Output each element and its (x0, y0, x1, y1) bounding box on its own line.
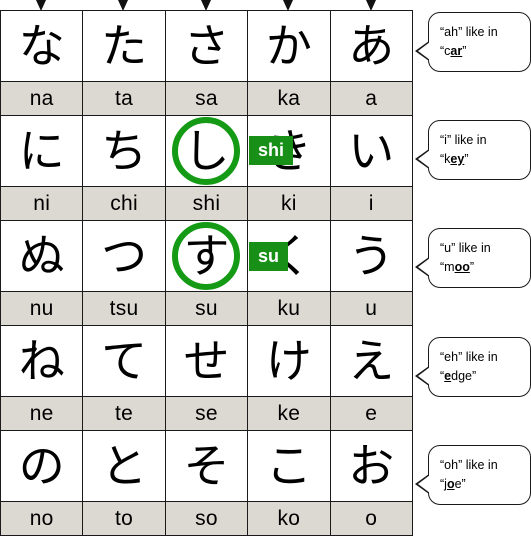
romaji-cell-o: o (329, 501, 414, 536)
callout-word-emphasis: ar (450, 43, 463, 58)
callout-word: “car” (440, 42, 521, 61)
kana-glyph-su: す (183, 229, 230, 283)
romaji-cell-to: to (82, 501, 166, 536)
kana-cell-sa[interactable]: さ (164, 10, 249, 82)
callout-word-emphasis: oo (454, 259, 470, 274)
kana-cell-ta[interactable]: た (82, 10, 166, 82)
romaji-cell-a: a (329, 81, 414, 116)
romaji-cell-no: no (0, 501, 84, 536)
callout-word: “joe” (440, 475, 521, 494)
callout-word-pre: “k (440, 151, 451, 166)
kana-cell-so[interactable]: そ (164, 430, 249, 502)
romaji-cell-ka: ka (247, 81, 331, 116)
romaji-cell-ku: ku (247, 291, 331, 326)
kana-cell-shi[interactable]: し (164, 115, 249, 187)
callout-sound: “ah” like in (440, 25, 498, 39)
table-row: ne te se ke e (0, 396, 414, 431)
kana-cell-chi[interactable]: ち (82, 115, 166, 187)
romaji-cell-na: na (0, 81, 84, 116)
highlight-tag-su: su (249, 242, 289, 271)
kana-cell-na[interactable]: な (0, 10, 84, 82)
romaji-cell-ki: ki (247, 186, 331, 221)
kana-cell-ni[interactable]: に (0, 115, 84, 187)
romaji-cell-i: i (329, 186, 414, 221)
kana-cell-ke[interactable]: け (247, 325, 331, 397)
kana-cell-u[interactable]: う (329, 220, 414, 292)
callout-sound: “oh” like in (440, 458, 498, 472)
table-row: に ち し き い (0, 115, 414, 187)
romaji-cell-ko: ko (247, 501, 331, 536)
callout-word: “key” (440, 150, 521, 169)
callout-word-pre: “j (440, 476, 447, 491)
romaji-cell-u: u (329, 291, 414, 326)
kana-cell-ne[interactable]: ね (0, 325, 84, 397)
callout-word-pre: “c (440, 43, 451, 58)
callout-sound: “eh” like in (440, 350, 498, 364)
romaji-cell-nu: nu (0, 291, 84, 326)
callout-word-post: ” (462, 43, 467, 58)
callout-word-emphasis: o (446, 476, 455, 491)
callout-word-post: e” (454, 476, 466, 491)
romaji-cell-se: se (164, 396, 249, 431)
callout-e: “eh” like in “edge” (415, 337, 531, 397)
callout-sound: “i” like in (440, 133, 487, 147)
callout-u: “u” like in “moo” (415, 228, 531, 288)
romaji-cell-ni: ni (0, 186, 84, 221)
romaji-cell-so: so (164, 501, 249, 536)
callout-tail-fill (418, 42, 430, 60)
kana-cell-i[interactable]: い (329, 115, 414, 187)
callout-o: “oh” like in “joe” (415, 445, 531, 505)
romaji-cell-sa: sa (164, 81, 249, 116)
kana-cell-e[interactable]: え (329, 325, 414, 397)
callout-word-post: dge” (451, 368, 477, 383)
callout-tail-fill (418, 475, 430, 493)
kana-cell-ka[interactable]: か (247, 10, 331, 82)
callout-tail-fill (418, 150, 430, 168)
table-row: の と そ こ お (0, 430, 414, 502)
kana-cell-nu[interactable]: ぬ (0, 220, 84, 292)
romaji-cell-te: te (82, 396, 166, 431)
hiragana-chart-page: な た さ か あ na ta sa ka a に ち し い ni chi s… (0, 0, 531, 537)
callout-word-emphasis: ey (450, 151, 465, 166)
kana-glyph-shi: し (183, 124, 230, 178)
table-row: ぬ つ す く う (0, 220, 414, 292)
table-row: no to so ko o (0, 501, 414, 536)
kana-cell-se[interactable]: せ (164, 325, 249, 397)
kana-cell-te[interactable]: て (82, 325, 166, 397)
romaji-cell-ta: ta (82, 81, 166, 116)
callout-word: “edge” (440, 367, 521, 386)
romaji-cell-ke: ke (247, 396, 331, 431)
romaji-cell-su: su (164, 291, 249, 326)
callout-word-pre: “m (440, 259, 455, 274)
table-row: nu tsu su ku u (0, 291, 414, 326)
callout-sound: “u” like in (440, 241, 491, 255)
table-row: na ta sa ka a (0, 81, 414, 116)
kana-cell-o[interactable]: お (329, 430, 414, 502)
callout-word-post: ” (469, 259, 475, 274)
kana-cell-tsu[interactable]: つ (82, 220, 166, 292)
kana-cell-to[interactable]: と (82, 430, 166, 502)
callout-i: “i” like in “key” (415, 120, 531, 180)
callout-tail-fill (418, 258, 430, 276)
callout-tail-fill (418, 367, 430, 385)
kana-cell-no[interactable]: の (0, 430, 84, 502)
callout-word: “moo” (440, 258, 521, 277)
callout-a: “ah” like in “car” (415, 12, 531, 72)
table-row: ね て せ け え (0, 325, 414, 397)
kana-cell-ko[interactable]: こ (247, 430, 331, 502)
table-row: な た さ か あ (0, 10, 414, 82)
romaji-cell-tsu: tsu (82, 291, 166, 326)
kana-grid: な た さ か あ na ta sa ka a に ち し い ni chi s… (0, 10, 414, 536)
romaji-cell-ne: ne (0, 396, 84, 431)
kana-cell-a[interactable]: あ (329, 10, 414, 82)
romaji-cell-e: e (329, 396, 414, 431)
kana-cell-su[interactable]: す (164, 220, 249, 292)
table-row: ni chi shi ki i (0, 186, 414, 221)
romaji-cell-shi: shi (164, 186, 249, 221)
romaji-cell-chi: chi (82, 186, 166, 221)
callout-word-post: ” (464, 151, 469, 166)
highlight-tag-shi: shi (249, 136, 294, 165)
